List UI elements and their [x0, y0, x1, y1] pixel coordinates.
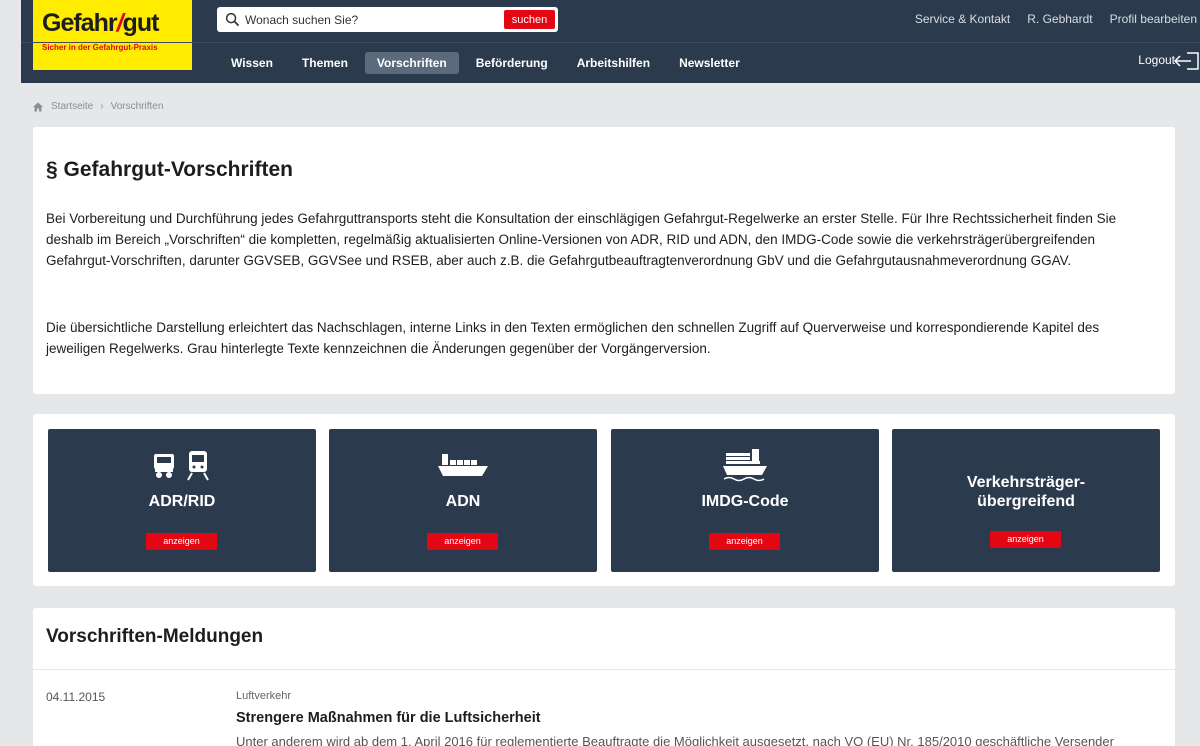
search-button[interactable]: suchen — [504, 10, 555, 29]
nav-item-arbeitshilfen[interactable]: Arbeitshilfen — [565, 52, 662, 74]
nav-item-wissen[interactable]: Wissen — [219, 52, 285, 74]
tile-title: ADN — [445, 493, 481, 510]
main-nav: Wissen Themen Vorschriften Beförderung A… — [219, 52, 757, 74]
header-divider — [21, 42, 1200, 43]
tile-title: IMDG-Code — [701, 493, 789, 510]
container-ship-icon — [611, 449, 879, 482]
nav-item-vorschriften[interactable]: Vorschriften — [364, 52, 459, 74]
breadcrumb-separator: › — [100, 101, 104, 112]
show-adn-button[interactable]: anzeigen — [427, 533, 498, 550]
logout-link[interactable]: Logout — [1138, 53, 1175, 67]
news-date: 04.11.2015 — [46, 690, 106, 704]
logo[interactable]: Gefahr/gut Sicher in der Gefahrgut-Praxi… — [33, 0, 192, 70]
intro-paragraph-2: Die übersichtliche Darstellung erleichte… — [46, 320, 1100, 356]
logo-wordmark: Gefahr/gut — [42, 9, 159, 37]
news-card: Vorschriften-Meldungen 04.11.2015 Luftve… — [33, 608, 1175, 746]
nav-item-befoerderung[interactable]: Beförderung — [464, 52, 560, 74]
breadcrumb-current: Vorschriften — [110, 101, 164, 112]
top-links: Service & Kontakt R. Gebhardt Profil bea… — [898, 12, 1200, 26]
service-contact-link[interactable]: Service & Kontakt — [915, 12, 1010, 26]
user-name-link[interactable]: R. Gebhardt — [1027, 12, 1092, 26]
breadcrumb: Startseite › Vorschriften — [33, 101, 163, 112]
intro-card: § Gefahrgut-Vorschriften Bei Vorbereitun… — [33, 127, 1175, 394]
news-title[interactable]: Strengere Maßnahmen für die Luftsicherhe… — [236, 710, 541, 726]
barge-icon — [329, 449, 597, 481]
tile-title: ADR/RID — [148, 493, 216, 510]
edit-profile-link[interactable]: Profil bearbeiten — [1110, 12, 1197, 26]
show-adr-rid-button[interactable]: anzeigen — [146, 533, 217, 550]
page-title: § Gefahrgut-Vorschriften — [46, 158, 293, 181]
intro-paragraph-1: Bei Vorbereitung und Durchführung jedes … — [46, 211, 1117, 268]
site-header: Gefahr/gut Sicher in der Gefahrgut-Praxi… — [21, 0, 1200, 83]
tile-title: Verkehrsträger-übergreifend — [966, 474, 1086, 510]
logo-tagline: Sicher in der Gefahrgut-Praxis — [42, 43, 158, 52]
breadcrumb-home[interactable]: Startseite — [51, 101, 93, 112]
search-bar: suchen — [217, 7, 558, 32]
news-heading: Vorschriften-Meldungen — [46, 626, 264, 647]
tile-verkehrstraeger-uebergreifend[interactable]: Verkehrsträger-übergreifend anzeigen — [892, 429, 1160, 572]
news-teaser: Unter anderem wird ab dem 1. April 2016 … — [236, 734, 1114, 746]
home-icon[interactable] — [33, 102, 43, 112]
logout-icon[interactable] — [1173, 51, 1200, 71]
show-verkehrstraeger-button[interactable]: anzeigen — [990, 531, 1061, 548]
truck-train-icon — [48, 449, 316, 481]
show-imdg-code-button[interactable]: anzeigen — [709, 533, 780, 550]
news-category: Luftverkehr — [236, 690, 292, 702]
news-divider — [33, 669, 1175, 670]
tile-adr-rid[interactable]: ADR/RID anzeigen — [48, 429, 316, 572]
search-input[interactable] — [245, 10, 495, 29]
tile-adn[interactable]: ADN anzeigen — [329, 429, 597, 572]
nav-item-themen[interactable]: Themen — [290, 52, 360, 74]
nav-item-newsletter[interactable]: Newsletter — [667, 52, 752, 74]
tile-imdg-code[interactable]: IMDG-Code anzeigen — [611, 429, 879, 572]
regulation-tiles: ADR/RID anzeigen ADN anzeigen IMDG-Code … — [33, 414, 1175, 586]
search-icon — [225, 12, 240, 27]
